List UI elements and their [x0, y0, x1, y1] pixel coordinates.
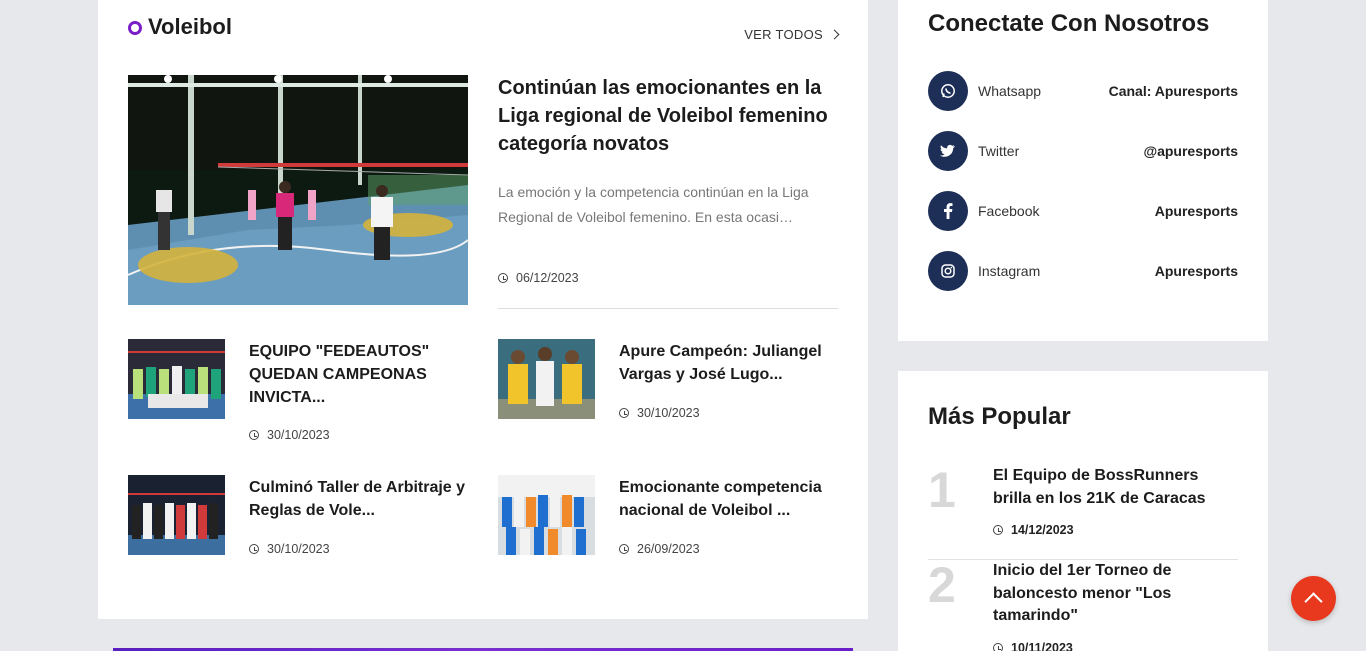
- clock-icon: [249, 430, 259, 440]
- popular-date-text: 10/11/2023: [1011, 641, 1073, 651]
- scroll-to-top-button[interactable]: [1291, 576, 1336, 621]
- social-name: Whatsapp: [978, 83, 1042, 99]
- article-thumbnail[interactable]: [128, 339, 225, 419]
- connect-widget: Conectate Con Nosotros Whatsapp Canal: A…: [898, 0, 1268, 341]
- popular-rank: 1: [928, 462, 956, 518]
- clock-icon: [993, 643, 1003, 651]
- article-title[interactable]: EQUIPO "FEDEAUTOS" QUEDAN CAMPEONAS INVI…: [249, 340, 469, 409]
- article-thumbnail[interactable]: [498, 475, 595, 555]
- see-all-label: VER TODOS: [744, 27, 823, 42]
- popular-title: Más Popular: [928, 403, 1071, 430]
- popular-widget: Más Popular 1 El Equipo de BossRunners b…: [898, 371, 1268, 651]
- chevron-right-icon: [829, 29, 840, 40]
- article-date-text: 26/09/2023: [637, 542, 700, 556]
- clock-icon: [619, 408, 629, 418]
- social-name: Facebook: [978, 203, 1040, 219]
- voleibol-section: Voleibol VER TODOS Continúan las emocion…: [98, 0, 868, 619]
- circle-bullet-icon: [128, 21, 142, 35]
- article-title[interactable]: Culminó Taller de Arbitraje y Reglas de …: [249, 476, 469, 522]
- article-thumbnail[interactable]: [498, 339, 595, 419]
- whatsapp-icon: [928, 71, 968, 111]
- clock-icon: [249, 544, 259, 554]
- section-title: Voleibol: [148, 14, 232, 39]
- popular-item-title[interactable]: El Equipo de BossRunners brilla en los 2…: [993, 465, 1223, 510]
- article-date: 30/10/2023: [249, 428, 330, 442]
- article-date-text: 30/10/2023: [267, 428, 330, 442]
- social-handle: Apuresports: [1154, 203, 1238, 219]
- see-all-link[interactable]: VER TODOS: [744, 27, 840, 42]
- social-row-instagram[interactable]: Instagram Apuresports: [928, 251, 1238, 291]
- article-date: 30/10/2023: [619, 406, 700, 420]
- article-thumbnail[interactable]: [128, 475, 225, 555]
- featured-excerpt: La emoción y la competencia continúan en…: [498, 184, 809, 225]
- social-row-whatsapp[interactable]: Whatsapp Canal: Apuresports: [928, 71, 1238, 111]
- section-header: Voleibol: [128, 14, 232, 40]
- featured-title[interactable]: Continúan las emocionantes en la Liga re…: [498, 74, 838, 158]
- clock-icon: [619, 544, 629, 554]
- article-date-text: 30/10/2023: [637, 406, 700, 420]
- social-row-facebook[interactable]: Facebook Apuresports: [928, 191, 1238, 231]
- social-handle: Canal: Apuresports: [1108, 83, 1238, 99]
- featured-date-text: 06/12/2023: [516, 271, 579, 285]
- popular-item-title[interactable]: Inicio del 1er Torneo de baloncesto meno…: [993, 560, 1223, 628]
- twitter-icon: [928, 131, 968, 171]
- divider: [498, 308, 838, 309]
- article-title[interactable]: Emocionante competencia nacional de Vole…: [619, 476, 839, 522]
- connect-title: Conectate Con Nosotros: [928, 10, 1210, 37]
- instagram-icon: [928, 251, 968, 291]
- social-name: Twitter: [978, 143, 1020, 159]
- facebook-icon: [928, 191, 968, 231]
- popular-rank: 2: [928, 557, 956, 613]
- popular-item-date: 10/11/2023: [993, 641, 1073, 651]
- clock-icon: [498, 273, 508, 283]
- featured-date: 06/12/2023: [498, 271, 579, 285]
- featured-image[interactable]: [128, 75, 468, 305]
- social-name: Instagram: [978, 263, 1041, 279]
- social-row-twitter[interactable]: Twitter @apuresports: [928, 131, 1238, 171]
- social-handle: Apuresports: [1154, 263, 1238, 279]
- popular-item-date: 14/12/2023: [993, 523, 1074, 537]
- chevron-up-icon: [1304, 592, 1323, 611]
- article-date-text: 30/10/2023: [267, 542, 330, 556]
- article-date: 30/10/2023: [249, 542, 330, 556]
- article-title[interactable]: Apure Campeón: Juliangel Vargas y José L…: [619, 340, 839, 386]
- popular-date-text: 14/12/2023: [1011, 523, 1074, 537]
- social-handle: @apuresports: [1143, 143, 1238, 159]
- clock-icon: [993, 525, 1003, 535]
- article-date: 26/09/2023: [619, 542, 700, 556]
